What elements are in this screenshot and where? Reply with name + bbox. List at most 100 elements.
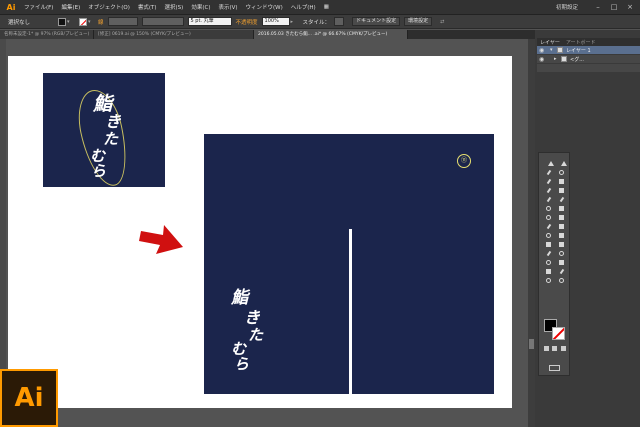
logo-artwork-thumbnail[interactable]: 鮨 き た む ら (43, 73, 165, 191)
symbol-sprayer-tool-icon[interactable] (542, 258, 555, 267)
logo-char: き (105, 112, 122, 131)
artboard[interactable]: 鮨 き た む ら ⑪ 鮨 き た む ら (8, 56, 512, 408)
layers-panel: レイヤー アートボード ◉ ▾ レイヤー 1 ◉ ▸ <グ... (537, 38, 640, 72)
logo-char: ら (91, 162, 107, 180)
variable-width-field[interactable] (141, 17, 184, 26)
eraser-tool-icon[interactable] (555, 204, 568, 213)
menu-effect[interactable]: 効果(C) (191, 3, 210, 11)
width-tool-icon[interactable] (542, 222, 555, 231)
shape-builder-tool-icon[interactable] (542, 231, 555, 240)
expand-triangle-icon[interactable]: ▸ (554, 56, 559, 62)
direct-selection-tool-icon[interactable] (555, 159, 568, 168)
document-settings-button[interactable]: ドキュメント設定 (352, 17, 401, 26)
paintbrush-tool-icon[interactable] (542, 195, 555, 204)
rotate-tool-icon[interactable] (542, 213, 555, 222)
fill-stroke-widget[interactable] (544, 319, 566, 341)
tab-layers[interactable]: レイヤー (537, 39, 563, 46)
workspace-switcher[interactable]: 初期設定 (556, 3, 578, 11)
style-field[interactable] (334, 17, 345, 26)
zoom-tool-icon[interactable] (555, 276, 568, 285)
free-transform-tool-icon[interactable] (555, 222, 568, 231)
menu-edit[interactable]: 編集(E) (61, 3, 80, 11)
none-mode-icon[interactable] (561, 346, 567, 351)
stroke-weight-field[interactable] (107, 17, 138, 26)
type-tool-icon[interactable] (555, 177, 568, 186)
color-mode-icon[interactable] (543, 346, 549, 351)
pencil-tool-icon[interactable] (555, 195, 568, 204)
bridge-icon[interactable]: ▦ (324, 4, 329, 10)
maximize-icon[interactable]: □ (608, 2, 620, 12)
stroke-label[interactable]: 線 (98, 18, 104, 26)
menu-type[interactable]: 書式(T) (138, 3, 157, 11)
layer-thumbnail (557, 47, 563, 53)
document-tab[interactable]: [修正] 0619.ai @ 150% (CMYK/プレビュー) (94, 30, 254, 39)
slice-tool-icon[interactable] (555, 267, 568, 276)
artboard-tool-icon[interactable] (542, 267, 555, 276)
layer-row[interactable]: ◉ ▸ <グ... (537, 55, 640, 64)
minimize-icon[interactable]: – (592, 2, 604, 12)
stroke-color-box[interactable] (552, 327, 565, 340)
layer-name[interactable]: レイヤー 1 (566, 47, 591, 54)
control-bar: 選択なし ▾ ▾ 線 5 pt. 丸筆 不透明度 100% ▸ スタイル： ドキ… (0, 15, 640, 29)
hand-tool-icon[interactable] (542, 276, 555, 285)
menu-object[interactable]: オブジェクト(O) (88, 3, 130, 11)
magic-wand-tool-icon[interactable] (542, 168, 555, 177)
menu-file[interactable]: ファイル(F) (24, 3, 53, 11)
opacity-label[interactable]: 不透明度 (236, 18, 258, 26)
document-tab[interactable]: 名称未設定-1* @ 97% (RGB/プレビュー) (0, 30, 94, 39)
column-graph-tool-icon[interactable] (555, 258, 568, 267)
gradient-mode-icon[interactable] (552, 346, 558, 351)
arrange-documents-icon[interactable]: ⇄ (440, 18, 450, 26)
layer-row[interactable]: ◉ ▾ レイヤー 1 (537, 46, 640, 55)
logo-char: 鮨 (231, 288, 248, 308)
line-tool-icon[interactable] (542, 186, 555, 195)
scale-tool-icon[interactable] (555, 213, 568, 222)
tools-panel (538, 152, 570, 376)
style-label: スタイル： (302, 19, 331, 26)
document-tab-active[interactable]: 2016.05.03 きたむら鮨... .ai* @ 66.67% (CMYK/… (254, 30, 408, 39)
document-tab-bar: 名称未設定-1* @ 97% (RGB/プレビュー) [修正] 0619.ai … (0, 30, 535, 39)
blend-tool-icon[interactable] (555, 249, 568, 258)
noren-artwork[interactable]: ⑪ 鮨 き た む ら (204, 134, 494, 394)
selection-tool-icon[interactable] (542, 159, 555, 168)
layers-panel-header: レイヤー アートボード (537, 38, 640, 46)
fill-dropdown-icon[interactable]: ▾ (67, 18, 73, 26)
menu-window[interactable]: ウィンドウ(W) (246, 3, 283, 11)
pen-tool-icon[interactable] (542, 177, 555, 186)
canvas[interactable]: 鮨 き た む ら ⑪ 鮨 き た む ら (6, 39, 528, 427)
opacity-dropdown-icon[interactable]: ▸ (291, 18, 297, 26)
expand-triangle-icon[interactable]: ▾ (550, 47, 555, 53)
tab-artboards[interactable]: アートボード (563, 39, 599, 46)
stroke-dropdown-icon[interactable]: ▾ (88, 18, 94, 26)
stroke-swatch[interactable] (79, 17, 88, 26)
close-icon[interactable]: × (624, 2, 636, 12)
menu-bar: Ai ファイル(F) 編集(E) オブジェクト(O) 書式(T) 選択(S) 効… (0, 0, 640, 15)
visibility-eye-icon[interactable]: ◉ (539, 47, 546, 54)
mesh-tool-icon[interactable] (542, 240, 555, 249)
screen-mode-icon[interactable] (549, 365, 560, 371)
gradient-tool-icon[interactable] (555, 240, 568, 249)
visibility-eye-icon[interactable]: ◉ (539, 56, 546, 63)
opacity-field[interactable]: 100% (261, 17, 290, 26)
logo-char: た (248, 326, 264, 344)
logo-char: き (244, 308, 261, 327)
tool-grid (542, 159, 568, 285)
vertical-scrollbar[interactable] (528, 39, 535, 427)
lasso-tool-icon[interactable] (555, 168, 568, 177)
step-number-badge: ⑪ (457, 154, 471, 168)
fill-swatch[interactable] (58, 17, 67, 26)
menu-view[interactable]: 表示(V) (218, 3, 237, 11)
menu-help[interactable]: ヘルプ(H) (291, 3, 316, 11)
noren-split-line[interactable] (349, 229, 352, 394)
illustrator-logo-text: Ai (14, 383, 44, 413)
preferences-button[interactable]: 環境設定 (404, 17, 433, 26)
menu-select[interactable]: 選択(S) (165, 3, 184, 11)
brush-definition-field[interactable]: 5 pt. 丸筆 (187, 17, 232, 26)
rectangle-tool-icon[interactable] (555, 186, 568, 195)
logo-char: ら (234, 355, 250, 373)
blob-brush-tool-icon[interactable] (542, 204, 555, 213)
eyedropper-tool-icon[interactable] (542, 249, 555, 258)
scrollbar-thumb[interactable] (529, 339, 534, 349)
perspective-grid-tool-icon[interactable] (555, 231, 568, 240)
layer-name[interactable]: <グ... (570, 56, 584, 63)
